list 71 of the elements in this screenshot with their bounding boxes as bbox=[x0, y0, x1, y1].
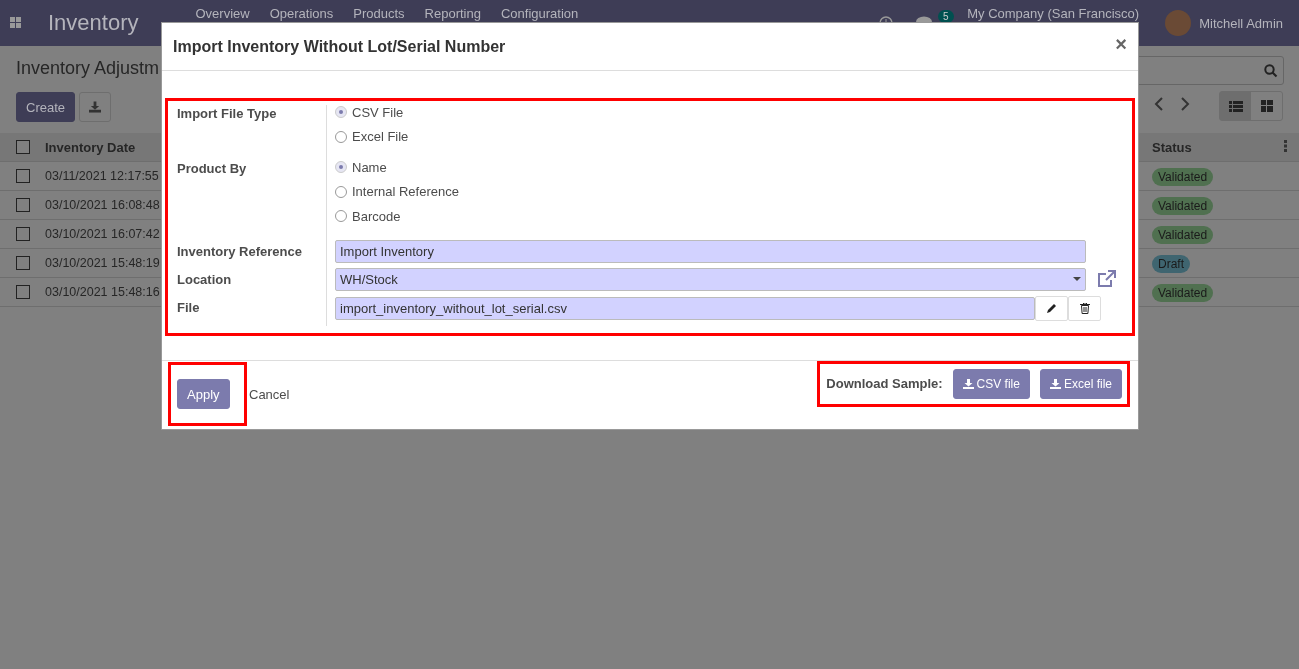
radio-button[interactable] bbox=[335, 210, 347, 223]
radio-label[interactable]: Internal Reference bbox=[352, 184, 459, 200]
checkbox[interactable] bbox=[16, 169, 30, 183]
close-button[interactable]: × bbox=[1115, 33, 1127, 60]
radio-button[interactable] bbox=[335, 130, 347, 143]
apply-button[interactable]: Apply bbox=[177, 379, 230, 409]
field-label: Location bbox=[177, 271, 232, 287]
download-icon bbox=[1049, 378, 1061, 389]
radio-button[interactable] bbox=[335, 161, 347, 174]
kebab-icon[interactable] bbox=[1284, 139, 1287, 152]
select-field[interactable]: WH/Stock bbox=[335, 267, 1086, 291]
menu-item[interactable]: Products bbox=[353, 6, 405, 21]
menu-item[interactable]: Reporting bbox=[424, 6, 481, 21]
cancel-button[interactable]: Cancel bbox=[249, 387, 290, 402]
radio-label[interactable]: Name bbox=[352, 159, 387, 175]
search-icon[interactable] bbox=[1264, 63, 1278, 78]
status-badge: Draft bbox=[1152, 254, 1190, 273]
delete-button[interactable] bbox=[1068, 295, 1101, 321]
breadcrumb: Inventory Adjustm bbox=[16, 58, 160, 78]
checkbox[interactable] bbox=[16, 140, 30, 154]
field-label: Inventory Reference bbox=[177, 243, 302, 259]
field-label: Product By bbox=[177, 161, 247, 176]
table-cell: 03/10/2021 15:48:16 bbox=[45, 285, 160, 299]
app-title: Inventory bbox=[48, 10, 139, 36]
radio-label[interactable]: Excel File bbox=[352, 129, 409, 145]
table-cell: 03/10/2021 15:48:19 bbox=[45, 256, 160, 270]
download-label: Download Sample: bbox=[826, 376, 943, 391]
company-name[interactable]: My Company (San Francisco) bbox=[967, 6, 1140, 21]
radio-button[interactable] bbox=[335, 106, 347, 119]
status-badge: Validated bbox=[1152, 283, 1214, 302]
table-cell: 03/10/2021 16:08:48 bbox=[45, 198, 160, 212]
field-label: File bbox=[177, 299, 200, 315]
column-header[interactable]: Status bbox=[1152, 139, 1192, 155]
status-badge: Validated bbox=[1152, 196, 1214, 215]
status-badge: Validated bbox=[1152, 225, 1214, 244]
checkbox[interactable] bbox=[16, 227, 30, 241]
field-label: Import File Type bbox=[177, 106, 277, 121]
checkbox[interactable] bbox=[16, 285, 30, 299]
download-button[interactable] bbox=[79, 92, 112, 122]
list-icon bbox=[1228, 100, 1243, 112]
checkbox[interactable] bbox=[16, 256, 30, 270]
checkbox[interactable] bbox=[16, 198, 30, 212]
column-header[interactable]: Inventory Date bbox=[45, 139, 136, 155]
list-view-button[interactable] bbox=[1220, 92, 1251, 120]
status-badge: Validated bbox=[1152, 167, 1214, 186]
menu-item[interactable]: Configuration bbox=[500, 6, 579, 21]
pencil-icon bbox=[1046, 302, 1057, 314]
user-name[interactable]: Mitchell Admin bbox=[1199, 15, 1283, 31]
create-button[interactable]: Create bbox=[16, 92, 76, 122]
radio-label[interactable]: CSV File bbox=[352, 104, 404, 120]
menu-item[interactable]: Overview bbox=[195, 6, 250, 21]
download-sample-button[interactable]: Excel file bbox=[1039, 368, 1122, 399]
download-sample-button[interactable]: CSV file bbox=[952, 368, 1030, 399]
edit-button[interactable] bbox=[1035, 295, 1068, 321]
menu-item[interactable]: Operations bbox=[269, 6, 334, 21]
previous-icon[interactable] bbox=[1154, 97, 1164, 111]
table-cell: 03/10/2021 16:07:42 bbox=[45, 227, 160, 241]
download-icon bbox=[962, 378, 974, 389]
caret-icon bbox=[1073, 277, 1081, 281]
radio-label[interactable]: Barcode bbox=[352, 208, 401, 224]
external-link-icon[interactable] bbox=[1097, 270, 1117, 288]
grid-icon bbox=[1260, 100, 1273, 112]
trash-icon bbox=[1079, 302, 1090, 314]
text-field[interactable]: Import Inventory bbox=[335, 239, 1086, 263]
file-field[interactable]: import_inventory_without_lot_serial.csv bbox=[335, 296, 1035, 320]
next-icon[interactable] bbox=[1180, 97, 1190, 111]
apps-menu-icon[interactable] bbox=[10, 17, 22, 29]
dialog-title: Import Inventory Without Lot/Serial Number bbox=[173, 37, 506, 56]
table-cell: 03/11/2021 12:17:55 bbox=[45, 169, 159, 183]
download-icon bbox=[89, 101, 102, 113]
radio-button[interactable] bbox=[335, 185, 347, 198]
